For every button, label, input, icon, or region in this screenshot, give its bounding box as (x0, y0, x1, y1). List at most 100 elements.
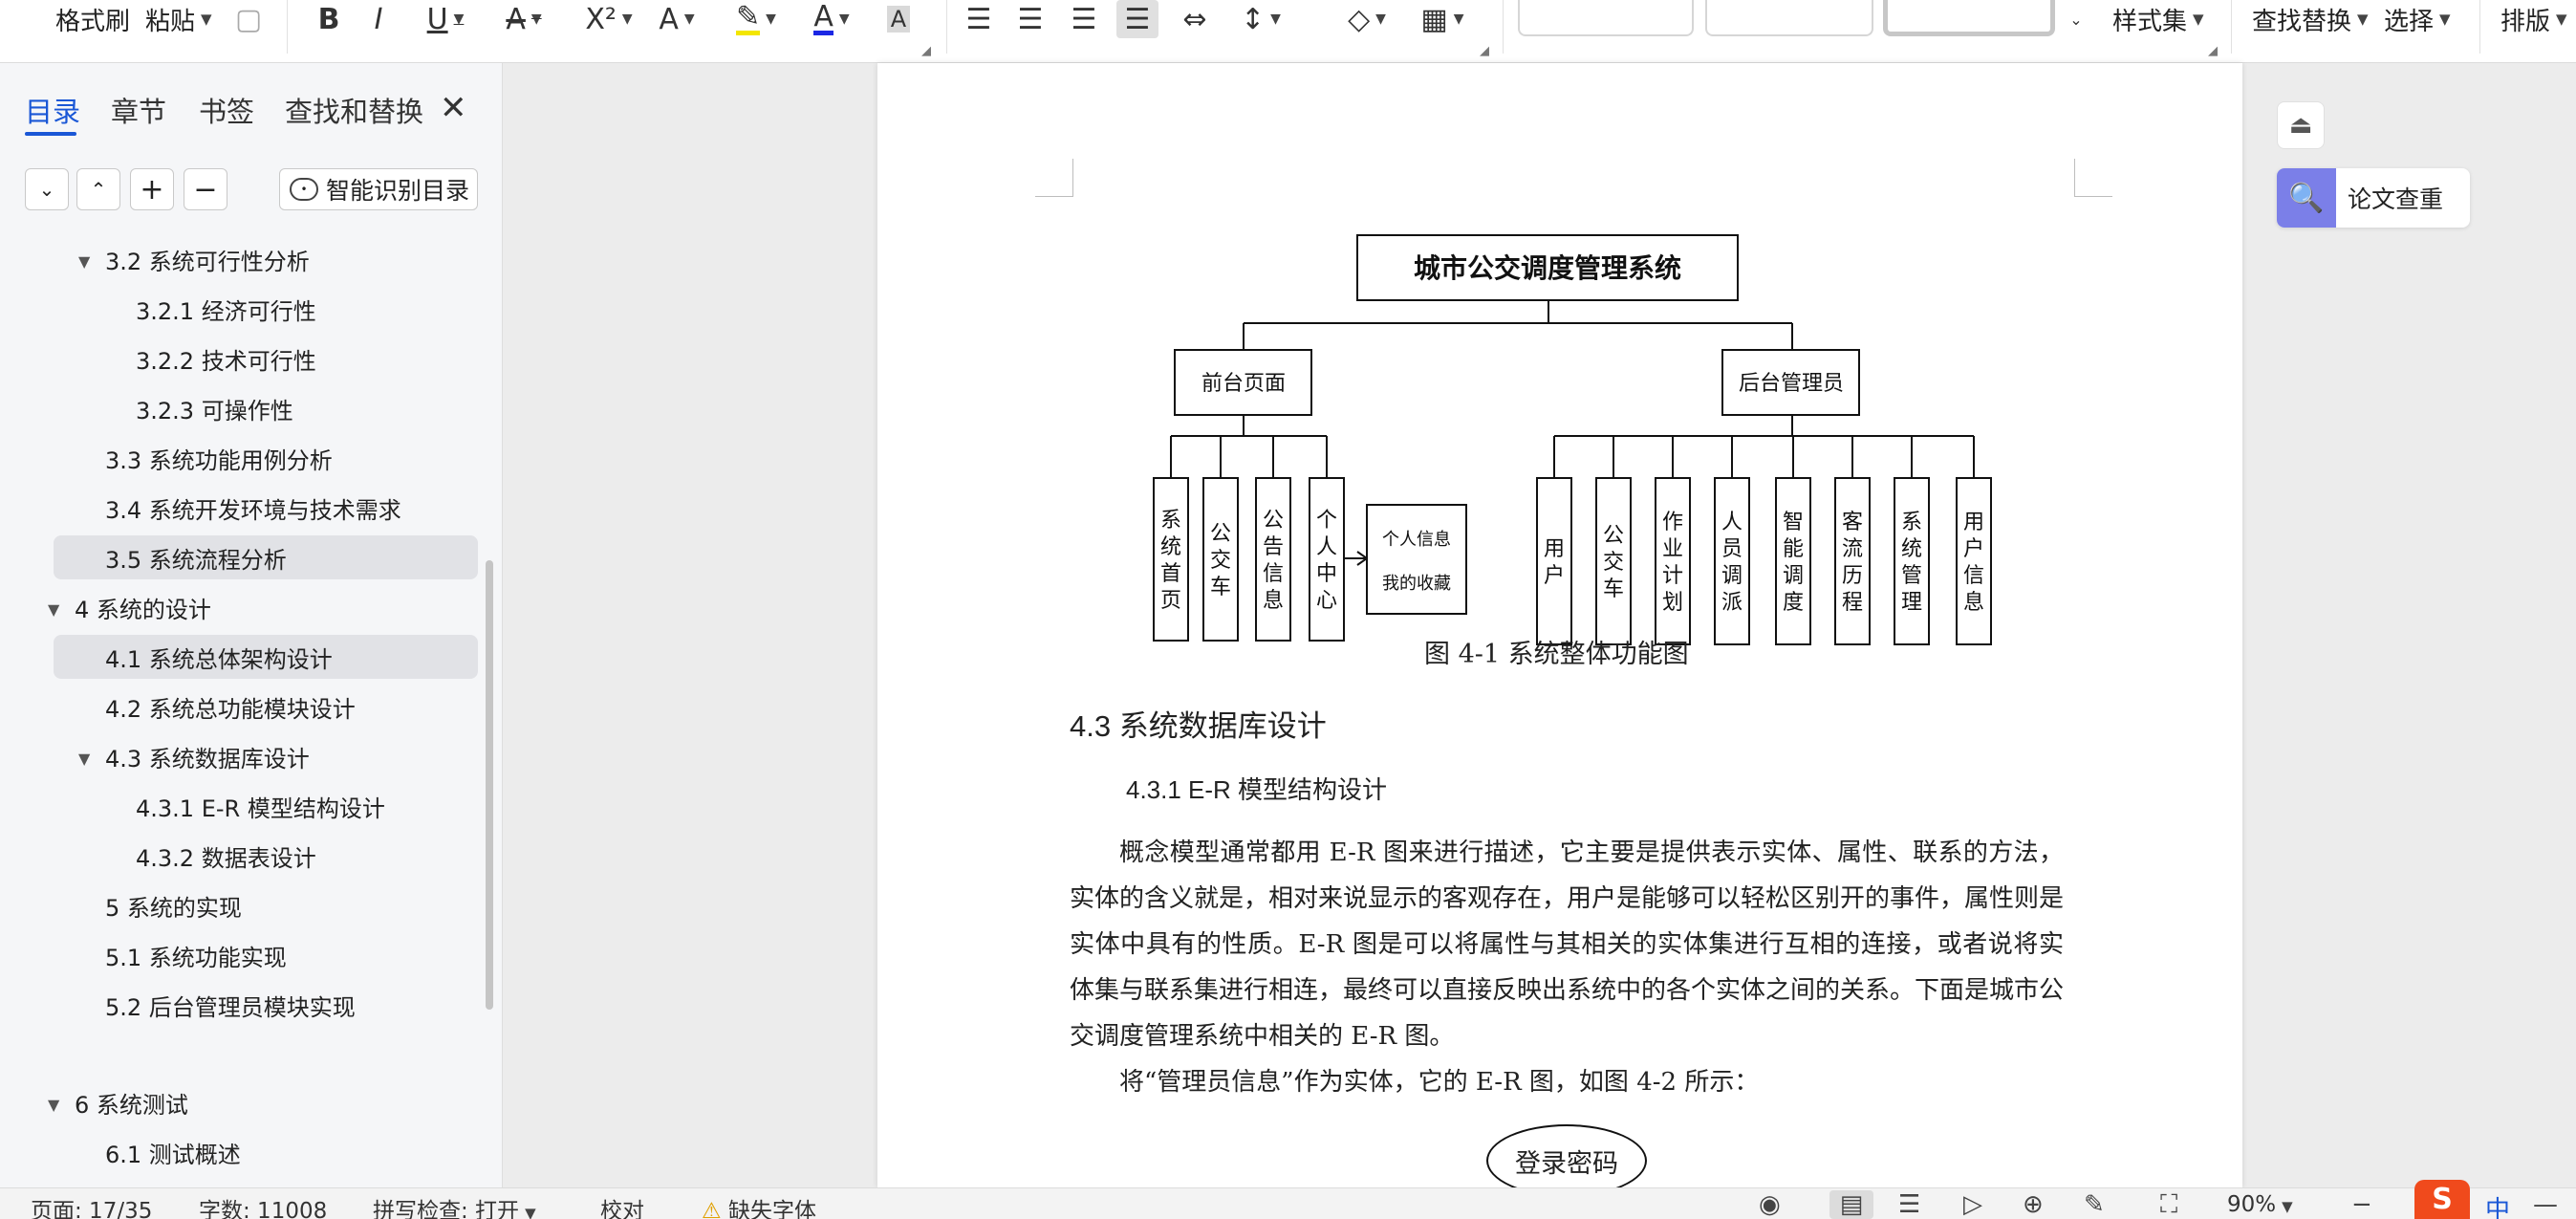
ime-language-indicator[interactable]: 中 (2485, 1190, 2510, 1219)
font-color-icon[interactable]: A ▼ (803, 0, 860, 38)
zoom-in-icon[interactable]: — (2533, 1190, 2558, 1219)
char-shading-icon[interactable]: A (881, 0, 916, 38)
style-heading-1[interactable] (1705, 0, 1873, 36)
nav-tabs: 目录 章节 书签 查找和替换 (0, 90, 503, 147)
er-attribute-label: 登录密码 (1515, 1148, 1618, 1179)
document-page[interactable]: 城市公交调度管理系统 前台页面 后台管理员 系统首页 公交车 公告信息 个人中心 个人… (877, 63, 2242, 1187)
page-view-icon[interactable]: ▤ (1829, 1190, 1873, 1219)
diagram-my-favorites: 我的收藏 (1382, 574, 1451, 593)
tab-toc[interactable]: 目录 (25, 90, 80, 130)
tab-bookmarks[interactable]: 书签 (199, 90, 254, 130)
toc-item[interactable]: 6 系统测试 (54, 1080, 478, 1124)
toc-item-current[interactable]: 4.1 系统总体架构设计 (54, 635, 478, 679)
toc-item[interactable]: 3.3 系统功能用例分析 (54, 436, 478, 480)
style-normal[interactable] (1518, 0, 1694, 36)
border-icon[interactable]: ▦ ▼ (1413, 0, 1472, 38)
smart-toc-button[interactable]: • 智能识别目录 (279, 168, 478, 210)
web-view-icon[interactable]: ⊕ (2023, 1190, 2044, 1219)
toc-item[interactable]: 3.5 系统流程分析 (54, 535, 478, 579)
toc-item[interactable]: 4.3.2 数据表设计 (54, 834, 478, 878)
toc-item[interactable]: 3.2.3 可操作性 (54, 386, 478, 430)
paste-special-icon[interactable]: ▢ (229, 0, 268, 38)
diagram-child-box (1714, 477, 1750, 645)
highlight-icon[interactable]: ✎ ▼ (725, 0, 788, 38)
align-right-icon[interactable]: ☰ (1067, 0, 1101, 38)
toc-item[interactable]: 5.2 后台管理员模块实现 (54, 983, 478, 1027)
diagram-child-box (1956, 477, 1992, 645)
remove-heading-button[interactable]: − (184, 168, 227, 210)
word-count[interactable]: 字数: 11008 (199, 1192, 327, 1219)
add-heading-button[interactable]: + (130, 168, 174, 210)
bold-icon[interactable]: B (312, 0, 346, 38)
toc-item[interactable]: 3.2 系统可行性分析 (54, 237, 478, 281)
toc-item[interactable]: 4.3 系统数据库设计 (54, 734, 478, 778)
active-tab-indicator (25, 132, 76, 136)
eye-protect-icon[interactable]: ◉ (1759, 1190, 1781, 1219)
select-button[interactable]: 选择 ▼ (2384, 0, 2451, 38)
missing-font-button[interactable]: ⚠ 缺失字体 (702, 1192, 816, 1219)
toc-item[interactable]: 5 系统的实现 (54, 883, 478, 927)
toc-item[interactable]: 3.2.1 经济可行性 (54, 287, 478, 331)
diagram-child-box (1153, 477, 1189, 642)
function-diagram: 城市公交调度管理系统 前台页面 后台管理员 系统首页公交车公告信息个人中心 个人… (1153, 234, 1992, 645)
strikethrough-icon[interactable]: A ▼ (495, 0, 552, 38)
chevron-down-icon: ▼ (201, 11, 212, 28)
toc-item[interactable]: 4.2 系统总功能模块设计 (54, 685, 478, 729)
divider (2479, 0, 2480, 54)
distribute-icon[interactable]: ⇔ (1176, 0, 1214, 38)
toc-item[interactable]: 3.2.2 技术可行性 (54, 337, 478, 381)
zoom-level[interactable]: 90% ▼ (2227, 1192, 2293, 1217)
align-left-icon[interactable]: ☰ (962, 0, 996, 38)
layout-button[interactable]: 排版 ▼ (2500, 0, 2567, 38)
find-replace-button[interactable]: 查找替换 ▼ (2252, 0, 2369, 38)
toc-item[interactable]: 6.1 测试概述 (54, 1130, 478, 1174)
paragraph-dialog-launcher-icon[interactable]: ◢ (1480, 44, 1489, 58)
align-center-icon[interactable]: ☰ (1013, 0, 1048, 38)
close-icon[interactable]: ✕ (440, 92, 467, 124)
tab-find-replace[interactable]: 查找和替换 (285, 90, 423, 130)
proofread-button[interactable]: 校对 (600, 1192, 644, 1219)
pen-icon[interactable]: ✎ (2084, 1190, 2105, 1219)
toc-item[interactable]: 4 系统的设计 (54, 585, 478, 629)
figure-caption: 图 4-1 系统整体功能图 (1424, 640, 1689, 669)
diagram-front-label: 前台页面 (1201, 371, 1286, 395)
diagram-child-label: 公交车 (1603, 523, 1624, 600)
style-set-button[interactable]: 样式集 ▼ (2112, 0, 2204, 38)
tab-chapters[interactable]: 章节 (111, 90, 166, 130)
smart-recognize-icon: • (290, 178, 318, 201)
toc-item[interactable]: 4.3.1 E-R 模型结构设计 (54, 784, 478, 828)
fit-page-icon[interactable]: ⛶ (2160, 1190, 2177, 1219)
underline-icon[interactable]: U ▼ (417, 0, 474, 38)
plus-icon: + (140, 172, 164, 207)
shading-icon[interactable]: ◇ ▼ (1336, 0, 1397, 38)
nav-scrollbar[interactable] (486, 560, 493, 1010)
styles-more-icon[interactable]: ⌄ (2065, 0, 2088, 38)
expand-all-button[interactable]: ⌄ (25, 168, 69, 210)
play-icon[interactable]: ▷ (1963, 1190, 1982, 1219)
divider (287, 0, 288, 54)
diagram-back-label: 后台管理员 (1739, 371, 1844, 395)
format-painter-button[interactable]: 格式刷 (55, 0, 130, 38)
zoom-out-icon[interactable]: − (2351, 1190, 2372, 1219)
collapse-panel-button[interactable]: ⏏ (2277, 101, 2325, 149)
outline-view-icon[interactable]: ☰ (1898, 1190, 1920, 1219)
font-dialog-launcher-icon[interactable]: ◢ (921, 44, 931, 58)
chevron-up-icon: ⌃ (90, 178, 107, 201)
spellcheck-toggle[interactable]: 拼写检查: 打开 ▼ (373, 1192, 536, 1219)
toc-item[interactable]: 5.1 系统功能实现 (54, 933, 478, 977)
toc-item[interactable]: 3.4 系统开发环境与技术需求 (54, 486, 478, 530)
collapse-all-button[interactable]: ⌃ (76, 168, 120, 210)
paper-check-button[interactable]: 🔍 论文查重 (2277, 168, 2470, 228)
superscript-icon[interactable]: X² ▼ (575, 0, 642, 38)
line-spacing-icon[interactable]: ↕ ▼ (1231, 0, 1290, 38)
paragraph-admin-entity: 将“管理员信息”作为实体，它的 E-R 图，如图 4-2 所示： (1119, 1068, 1760, 1097)
styles-dialog-launcher-icon[interactable]: ◢ (2208, 44, 2218, 58)
paste-button[interactable]: 粘贴 ▼ (145, 0, 212, 38)
style-heading-2[interactable] (1883, 0, 2055, 36)
minus-icon: − (193, 172, 218, 207)
text-effect-icon[interactable]: A ▼ (646, 0, 707, 38)
page-indicator[interactable]: 页面: 17/35 (31, 1192, 152, 1219)
sogou-ime-icon[interactable]: S (2414, 1180, 2470, 1219)
justify-icon[interactable]: ☰ (1116, 0, 1158, 38)
italic-icon[interactable]: I (361, 0, 396, 38)
